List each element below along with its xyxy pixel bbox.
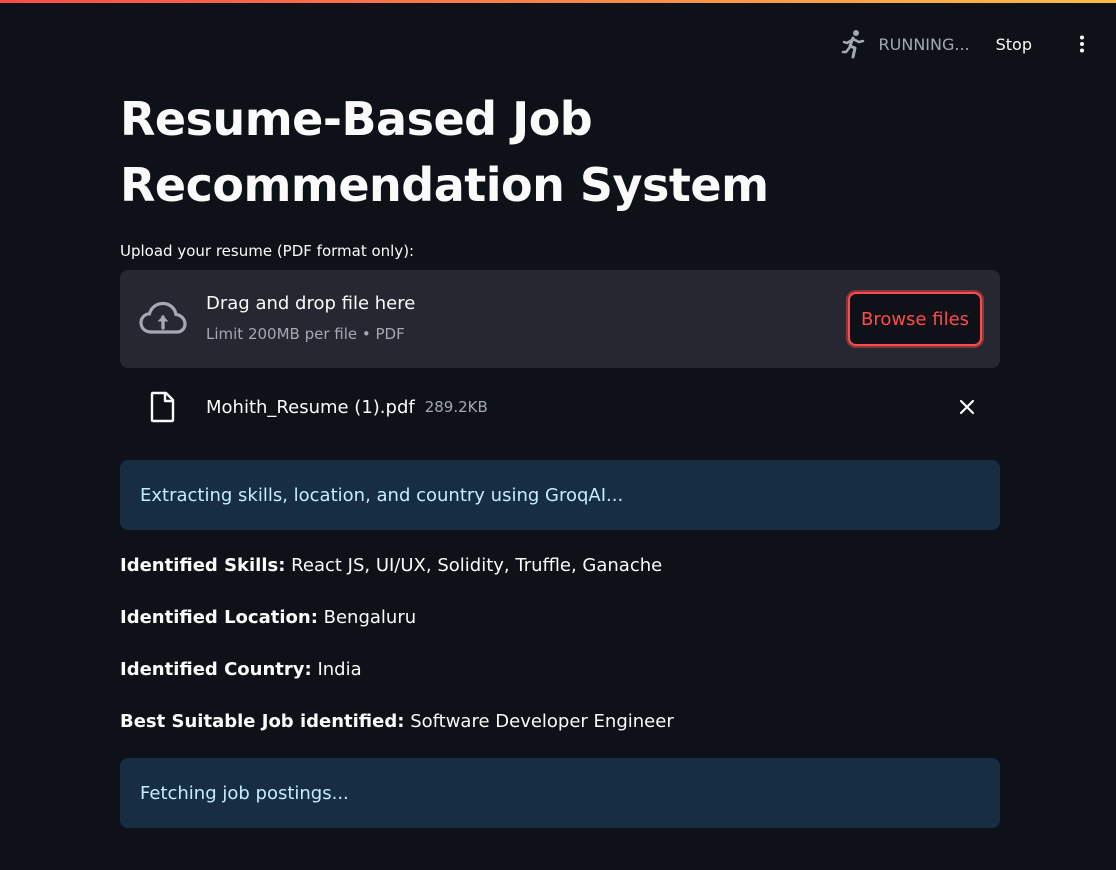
stop-button[interactable]: Stop	[996, 35, 1032, 54]
page-title: Resume-Based Job Recommendation System	[120, 92, 769, 212]
skills-label: Identified Skills:	[120, 555, 286, 576]
running-status-text: RUNNING...	[878, 34, 970, 54]
drag-drop-text: Drag and drop file here	[206, 293, 416, 314]
uploaded-file-row: Mohith_Resume (1).pdf 289.2KB	[120, 380, 1000, 434]
upload-label: Upload your resume (PDF format only):	[120, 242, 415, 260]
location-value: Bengaluru	[323, 607, 417, 628]
file-limit-text: Limit 200MB per file • PDF	[206, 325, 405, 343]
info-alert-fetching: Fetching job postings...	[120, 758, 1000, 828]
location-result: Identified Location: Bengaluru	[120, 592, 1000, 644]
location-label: Identified Location:	[120, 607, 318, 628]
country-value: India	[317, 659, 362, 680]
info-alert-extracting: Extracting skills, location, and country…	[120, 460, 1000, 530]
running-status: RUNNING...	[841, 29, 970, 59]
uploaded-file-size: 289.2KB	[424, 398, 488, 416]
job-label: Best Suitable Job identified:	[120, 711, 405, 732]
results-section: Identified Skills: React JS, UI/UX, Soli…	[120, 540, 1000, 748]
country-result: Identified Country: India	[120, 644, 1000, 696]
file-icon	[150, 391, 175, 423]
cloud-upload-icon	[139, 301, 187, 334]
country-label: Identified Country:	[120, 659, 312, 680]
top-decoration-bar	[0, 0, 1116, 3]
running-person-icon	[841, 30, 864, 59]
file-dropzone[interactable]: Drag and drop file here Limit 200MB per …	[120, 270, 1000, 368]
more-vertical-icon	[1080, 35, 1084, 53]
browse-files-button[interactable]: Browse files	[848, 292, 982, 346]
main-content: Resume-Based Job Recommendation System U…	[120, 86, 1000, 828]
skills-value: React JS, UI/UX, Solidity, Truffle, Gana…	[291, 555, 663, 576]
app-toolbar: RUNNING... Stop	[841, 28, 1092, 60]
job-value: Software Developer Engineer	[410, 711, 674, 732]
main-menu-button[interactable]	[1072, 32, 1092, 56]
skills-result: Identified Skills: React JS, UI/UX, Soli…	[120, 540, 1000, 592]
dropzone-text: Drag and drop file here Limit 200MB per …	[206, 291, 415, 347]
job-result: Best Suitable Job identified: Software D…	[120, 696, 1000, 748]
uploaded-file-name: Mohith_Resume (1).pdf	[206, 396, 415, 418]
remove-file-icon[interactable]	[958, 398, 976, 416]
